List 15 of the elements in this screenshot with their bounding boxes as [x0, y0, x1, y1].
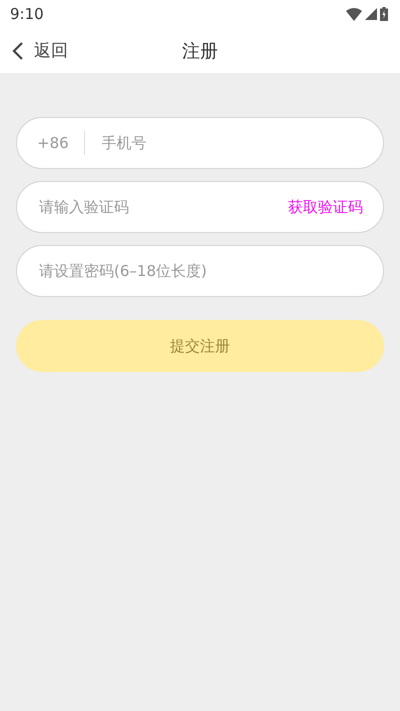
back-button[interactable]: 返回 — [0, 39, 68, 62]
get-code-link[interactable]: 获取验证码 — [288, 198, 363, 216]
battery-icon — [380, 7, 388, 21]
code-field[interactable]: 请输入验证码 获取验证码 — [16, 181, 384, 233]
signal-icon — [365, 8, 377, 20]
page-title: 注册 — [182, 40, 218, 62]
back-icon — [12, 40, 24, 60]
password-field[interactable]: 请设置密码(6–18位长度) — [16, 245, 384, 297]
wifi-icon — [346, 8, 362, 20]
status-time: 9:10 — [10, 5, 44, 23]
phone-input[interactable]: 手机号 — [100, 133, 363, 153]
phone-field[interactable]: +86 手机号 — [16, 117, 384, 169]
password-input[interactable]: 请设置密码(6–18位长度) — [37, 261, 363, 281]
code-input[interactable]: 请输入验证码 — [37, 197, 288, 217]
country-code: +86 — [37, 134, 69, 152]
